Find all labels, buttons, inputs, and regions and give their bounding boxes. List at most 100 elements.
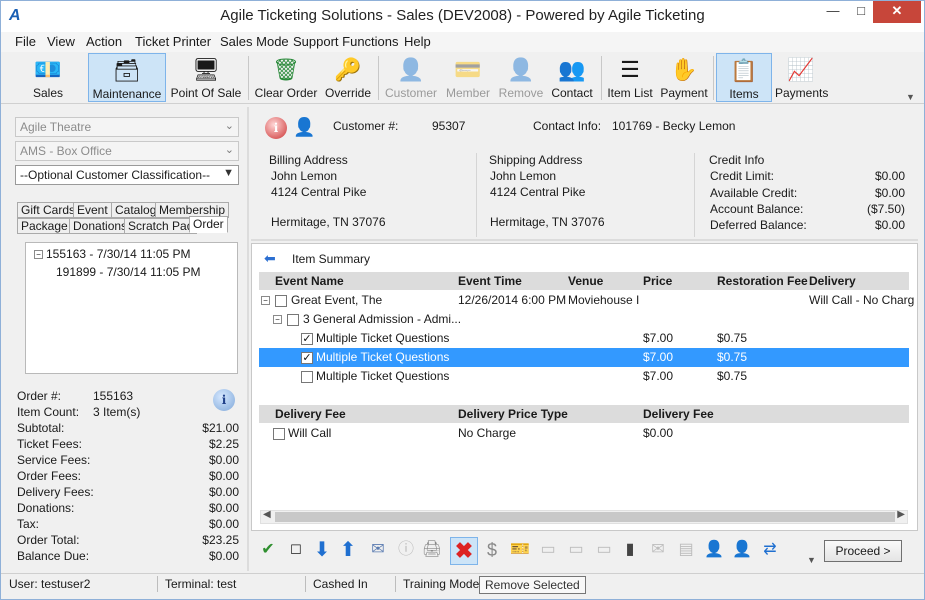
column-delivery[interactable]: Delivery (809, 274, 856, 288)
info-icon[interactable]: ⓘ (395, 539, 417, 561)
transfer-icon[interactable]: ⇄ (759, 539, 781, 561)
remove-selected-icon[interactable]: ✖ (450, 537, 478, 565)
menu-view[interactable]: View (47, 34, 75, 49)
ticket-icon[interactable]: ▭ (537, 539, 559, 561)
column-venue[interactable]: Venue (568, 274, 603, 288)
column-price[interactable]: Price (643, 274, 672, 288)
scrollbar-thumb[interactable] (275, 512, 895, 522)
close-button[interactable]: ✕ (873, 1, 921, 23)
ticket-remove-icon[interactable]: ▭ (593, 539, 615, 561)
tab-scratch-pad[interactable]: Scratch Pad (124, 218, 198, 234)
summary-label: Subtotal: (17, 421, 65, 435)
dollar-icon[interactable]: $ (481, 539, 503, 561)
menu-file[interactable]: File (15, 34, 36, 49)
tab-gift-cards[interactable]: Gift Cards (17, 202, 80, 218)
ticket-checkbox[interactable]: ✓ (301, 333, 313, 345)
uncheck-all-icon[interactable]: ☐ (285, 539, 307, 561)
item-list-button[interactable]: ☰ Item List (606, 53, 654, 102)
summary-value: $0.00 (208, 517, 239, 531)
payment-button[interactable]: ✋ Payment (659, 53, 709, 102)
admission-row[interactable]: − 3 General Admission - Admi... (259, 310, 909, 329)
order-info-icon[interactable]: i (213, 389, 235, 411)
ticket-checkbox[interactable]: ✓ (301, 352, 313, 364)
minimize-button[interactable]: — (819, 1, 847, 23)
tree-item-order[interactable]: −155163 - 7/30/14 11:05 PM (34, 247, 191, 261)
member-button[interactable]: 💳 Member (443, 53, 493, 102)
customer-classification-combo[interactable]: --Optional Customer Classification-- ▼ (15, 165, 239, 185)
column-restoration-fee[interactable]: Restoration Fee (717, 274, 808, 288)
menu-sales-mode[interactable]: Sales Mode (220, 34, 289, 49)
column-delivery-price-type[interactable]: Delivery Price Type (458, 407, 568, 421)
user-add-icon[interactable]: 👤 (703, 539, 725, 561)
contact-button[interactable]: 👥 Contact (548, 53, 596, 102)
tab-donations[interactable]: Donations (69, 218, 132, 234)
menu-action[interactable]: Action (86, 34, 122, 49)
chevron-down-icon: ⌄ (224, 144, 234, 156)
ticket-stack-icon[interactable]: ▭ (565, 539, 587, 561)
tab-event[interactable]: Event (73, 202, 112, 218)
toolbar-overflow-icon[interactable]: ▼ (906, 92, 915, 102)
point-of-sale-button[interactable]: 🖥 Point Of Sale (169, 53, 243, 102)
proceed-button[interactable]: Proceed > (824, 540, 902, 562)
remove-button[interactable]: 👤 Remove (497, 53, 545, 102)
tree-item-label: 155163 - 7/30/14 11:05 PM (46, 247, 191, 261)
check-all-icon[interactable]: ✔ (257, 539, 279, 561)
actionbar-overflow-icon[interactable]: ▼ (807, 555, 816, 565)
collapse-icon[interactable]: − (273, 315, 282, 324)
print-icon[interactable]: 🖨 (421, 539, 443, 561)
menu-ticket-printer[interactable]: Ticket Printer (135, 34, 211, 49)
barcode-icon[interactable]: ▮ (619, 539, 641, 561)
panel-splitter[interactable] (247, 107, 249, 571)
sales-button[interactable]: 💶 Sales (15, 53, 81, 102)
ticket-checkbox[interactable] (301, 371, 313, 383)
menu-support-functions[interactable]: Support Functions (293, 34, 399, 49)
summary-value: $23.25 (202, 533, 239, 547)
status-terminal: Terminal: test (165, 577, 237, 591)
scroll-left-icon[interactable]: ◀ (263, 509, 271, 520)
scroll-right-icon[interactable]: ▶ (897, 509, 905, 520)
column-delivery-fee-amount[interactable]: Delivery Fee (643, 407, 714, 421)
items-button[interactable]: 📋 Items (716, 53, 772, 102)
maintenance-button[interactable]: 🗃 Maintenance (88, 53, 166, 102)
collapse-icon[interactable]: − (34, 250, 43, 259)
move-up-icon[interactable]: ⬆ (337, 539, 359, 561)
delivery-row[interactable]: Will Call No Charge $0.00 (259, 424, 909, 443)
tab-package[interactable]: Package (17, 218, 72, 234)
customer-person-icon[interactable]: 👤 (293, 117, 315, 138)
clear-order-button[interactable]: 🗑 Clear Order (253, 53, 319, 102)
venue-combo[interactable]: Agile Theatre ⌄ (15, 117, 239, 137)
payments-button[interactable]: 📈 Payments (775, 53, 828, 102)
customer-info-icon[interactable]: i (265, 117, 287, 139)
user-settings-icon[interactable]: 👤 (731, 539, 753, 561)
admission-checkbox[interactable] (287, 314, 299, 326)
collapse-icon[interactable]: − (261, 296, 270, 305)
coupon-icon[interactable]: 🎫 (509, 539, 531, 561)
panel-splitter[interactable] (251, 239, 918, 241)
venue-value: Agile Theatre (20, 120, 92, 134)
office-combo[interactable]: AMS - Box Office ⌄ (15, 141, 239, 161)
email-icon[interactable]: ✉ (367, 539, 389, 561)
tab-order[interactable]: Order (189, 216, 228, 233)
maximize-button[interactable]: □ (847, 1, 875, 23)
delivery-checkbox[interactable] (273, 428, 285, 440)
ticket-row[interactable]: Multiple Ticket Questions $7.00 $0.75 (259, 367, 909, 386)
ticket-row[interactable]: ✓ Multiple Ticket Questions $7.00 $0.75 (259, 329, 909, 348)
shipping-address-line: 4124 Central Pike (490, 185, 586, 199)
menu-help[interactable]: Help (404, 34, 431, 49)
column-event-time[interactable]: Event Time (458, 274, 522, 288)
column-event-name[interactable]: Event Name (275, 274, 344, 288)
horizontal-scrollbar[interactable]: ◀ ▶ (260, 509, 908, 524)
note-icon[interactable]: ▤ (675, 539, 697, 561)
tree-item-suborder[interactable]: 191899 - 7/30/14 11:05 PM (56, 265, 201, 279)
move-down-icon[interactable]: ⬇ (311, 539, 333, 561)
envelope-icon[interactable]: ✉ (647, 539, 669, 561)
back-arrow-icon[interactable]: ⬅ (264, 250, 276, 267)
summary-row: Delivery Fees: $0.00 (17, 485, 239, 500)
column-delivery-fee[interactable]: Delivery Fee (275, 407, 346, 421)
event-row[interactable]: − Great Event, The 12/26/2014 6:00 PM Mo… (259, 291, 914, 310)
override-button[interactable]: 🔑 Override (323, 53, 373, 102)
ticket-row[interactable]: ✓ Multiple Ticket Questions $7.00 $0.75 (259, 348, 909, 367)
customer-button[interactable]: 👤 Customer (383, 53, 439, 102)
event-checkbox[interactable] (275, 295, 287, 307)
tab-catalog[interactable]: Catalog (111, 202, 161, 218)
